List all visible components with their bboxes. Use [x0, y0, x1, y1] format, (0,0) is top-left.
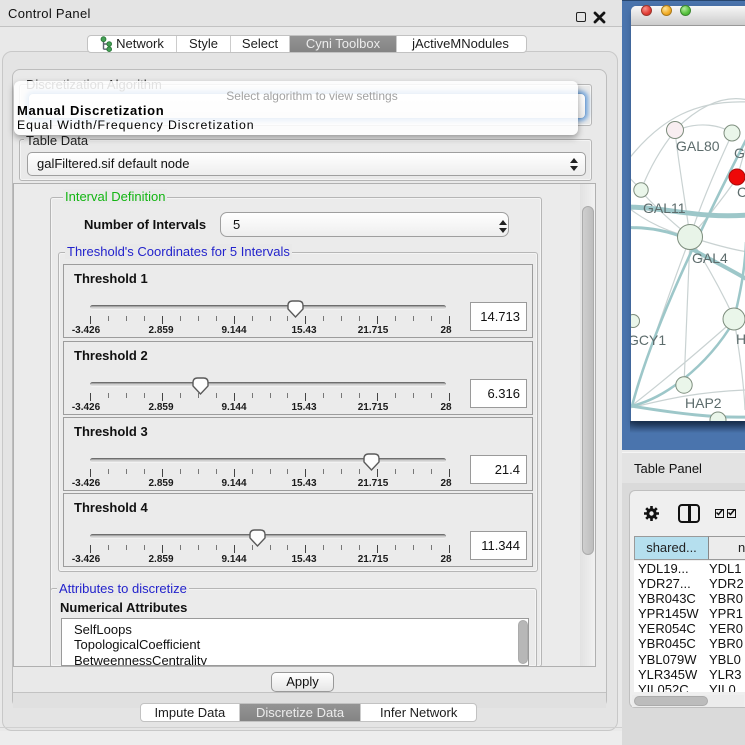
- svg-text:GAL80: GAL80: [676, 138, 720, 154]
- svg-text:GAL11: GAL11: [643, 200, 686, 216]
- svg-text:GCY1: GCY1: [631, 332, 666, 348]
- svg-text:C: C: [737, 184, 745, 200]
- svg-text:H: H: [736, 331, 745, 347]
- svg-text:HAP2: HAP2: [685, 395, 722, 411]
- svg-text:GAL4: GAL4: [692, 250, 728, 266]
- svg-text:G.: G.: [734, 145, 745, 161]
